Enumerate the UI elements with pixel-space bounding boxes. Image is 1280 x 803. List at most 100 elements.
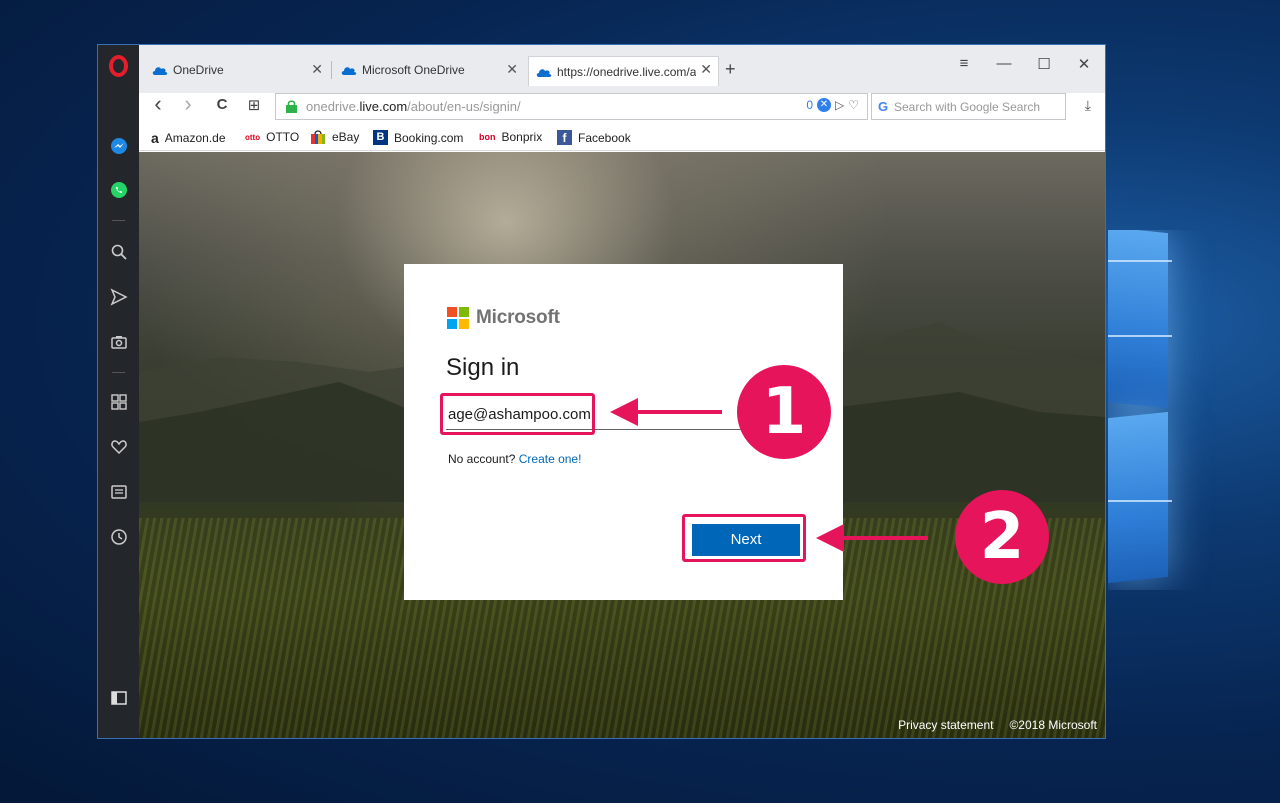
logo-square-green — [459, 307, 469, 317]
heart-icon[interactable] — [98, 434, 139, 460]
blocked-count: 0 — [806, 98, 813, 112]
bookmark-facebook[interactable]: f Facebook — [557, 130, 631, 145]
bookmark-label: Bonprix — [501, 130, 543, 144]
tab-label: OneDrive — [173, 63, 224, 77]
bookmark-amazon[interactable]: a Amazon.de — [151, 130, 226, 146]
onedrive-cloud-icon — [341, 67, 357, 75]
create-account-link[interactable]: Create one! — [519, 452, 582, 466]
microsoft-logo-icon — [447, 307, 469, 329]
bookmark-ebay[interactable]: eBay — [310, 130, 359, 144]
windows-logo-glow-line — [1108, 260, 1172, 262]
reload-button[interactable]: C — [211, 96, 233, 113]
snap-send-icon[interactable]: ▷ — [835, 98, 844, 112]
onedrive-cloud-icon — [152, 67, 168, 75]
bonprix-icon: bon — [479, 132, 496, 142]
back-button[interactable]: ‹ — [147, 91, 169, 117]
messenger-icon[interactable] — [98, 133, 139, 159]
bookmark-heart-icon[interactable]: ♡ — [848, 98, 859, 112]
facebook-icon: f — [557, 130, 572, 145]
tab-onedrive[interactable]: OneDrive ✕ — [145, 57, 329, 83]
bookmarks-bar: a Amazon.de otto OTTO eBay B Booking.com… — [139, 123, 1105, 151]
step-2-badge: 2 — [955, 490, 1049, 584]
booking-icon: B — [373, 130, 388, 145]
close-button[interactable]: ✕ — [1069, 55, 1099, 73]
signin-title: Sign in — [446, 354, 520, 381]
windows-logo-glow-line — [1108, 500, 1172, 502]
news-icon[interactable] — [98, 479, 139, 505]
privacy-link[interactable]: Privacy statement — [898, 718, 993, 732]
windows-logo-pane-top — [1108, 230, 1168, 409]
tab-microsoft-onedrive[interactable]: Microsoft OneDrive ✕ — [334, 57, 524, 83]
tab-separator — [331, 61, 332, 79]
windows-logo — [1108, 230, 1280, 590]
history-icon[interactable] — [98, 524, 139, 550]
arrow-1-line — [636, 410, 722, 414]
no-account-text: No account? Create one! — [448, 452, 581, 466]
logo-square-red — [447, 307, 457, 317]
page-footer: Privacy statement ©2018 Microsoft — [898, 718, 1097, 732]
address-actions: 0 ✕ ▷ ♡ — [806, 98, 859, 112]
microsoft-brand-text: Microsoft — [476, 307, 560, 328]
amazon-icon: a — [151, 130, 159, 146]
windows-logo-pane-bottom — [1108, 411, 1168, 584]
tab-bar: OneDrive ✕ Microsoft OneDrive ✕ https://… — [139, 45, 1105, 93]
logo-square-yellow — [459, 319, 469, 329]
copyright-text: ©2018 Microsoft — [1009, 718, 1097, 732]
arrow-1-head — [610, 398, 638, 426]
tab-onedrive-signin[interactable]: https://onedrive.live.com/a ✕ — [528, 56, 719, 86]
page-content: Privacy statement ©2018 Microsoft Micros… — [139, 152, 1105, 738]
highlight-email-field — [440, 393, 595, 435]
google-icon: G — [878, 99, 889, 114]
step-1-badge: 1 — [737, 365, 831, 459]
onedrive-cloud-icon — [536, 68, 552, 77]
search-field[interactable]: G Search with Google Search — [871, 93, 1066, 120]
camera-icon[interactable] — [98, 329, 139, 355]
opera-sidebar — [98, 45, 139, 738]
opera-menu-button[interactable] — [98, 53, 139, 79]
download-icon[interactable]: ⤓ — [1085, 97, 1091, 114]
sidebar-separator — [112, 372, 125, 373]
opera-logo-icon — [109, 55, 128, 77]
logo-square-blue — [447, 319, 457, 329]
bookmark-label: OTTO — [266, 130, 300, 144]
tab-label: https://onedrive.live.com/a — [557, 64, 697, 79]
address-bar-row: ‹ › C ⊞ onedrive. live.com/about/en-us/si… — [139, 91, 1105, 123]
search-placeholder: Search with Google Search — [894, 99, 1041, 114]
url-host: live.com — [359, 99, 408, 114]
bookmark-label: eBay — [332, 130, 360, 144]
highlight-next-button — [682, 514, 806, 562]
arrow-2-head — [816, 524, 844, 552]
windows-logo-glow-line — [1108, 335, 1172, 337]
maximize-button[interactable]: ☐ — [1029, 55, 1059, 73]
no-account-label: No account? — [448, 452, 516, 466]
sidebar-separator — [112, 220, 125, 221]
tab-close-icon[interactable]: ✕ — [700, 61, 712, 78]
tab-close-icon[interactable]: ✕ — [506, 61, 518, 78]
new-tab-button[interactable]: + — [725, 59, 736, 80]
tab-menu-icon[interactable]: ≡ — [949, 55, 979, 72]
sidebar-toggle-icon[interactable] — [98, 685, 139, 711]
minimize-button[interactable]: — — [989, 55, 1019, 72]
bookmark-bonprix[interactable]: bon Bonprix — [479, 130, 542, 144]
forward-button[interactable]: › — [177, 91, 199, 117]
bookmark-label: Booking.com — [394, 130, 464, 145]
whatsapp-icon[interactable] — [98, 177, 139, 203]
microsoft-logo: Microsoft — [447, 307, 560, 329]
adblock-icon[interactable]: ✕ — [817, 98, 831, 112]
bookmark-label: Facebook — [578, 130, 631, 145]
ebay-bag-icon — [311, 130, 325, 144]
speed-dial-button[interactable]: ⊞ — [243, 96, 265, 114]
search-icon[interactable] — [98, 239, 139, 265]
speed-dial-icon[interactable] — [98, 389, 139, 415]
tab-label: Microsoft OneDrive — [362, 63, 465, 77]
url-path: /about/en-us/signin/ — [407, 99, 521, 114]
tab-close-icon[interactable]: ✕ — [311, 61, 323, 78]
bookmark-label: Amazon.de — [164, 131, 226, 145]
bookmark-booking[interactable]: B Booking.com — [373, 130, 463, 145]
address-field[interactable]: onedrive. live.com/about/en-us/signin/ 0 … — [275, 93, 868, 120]
lock-icon — [286, 100, 297, 113]
send-icon[interactable] — [98, 284, 139, 310]
arrow-2-line — [842, 536, 928, 540]
url-host-prefix: onedrive. — [306, 99, 360, 114]
bookmark-otto[interactable]: otto OTTO — [245, 130, 299, 144]
